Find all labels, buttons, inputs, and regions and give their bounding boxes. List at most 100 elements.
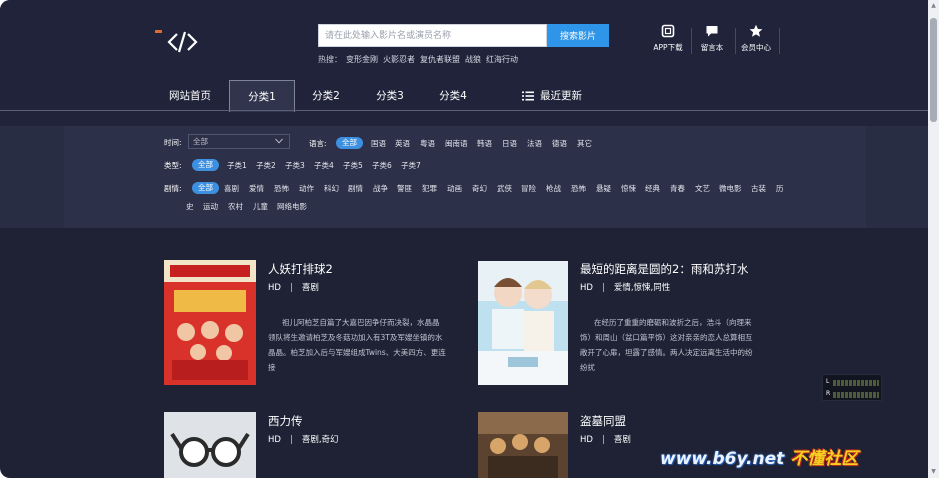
movie-genre: 喜剧 [301, 283, 319, 293]
filter-type-option[interactable]: 子类1 [227, 160, 247, 171]
filter-language-all[interactable]: 全部 [336, 137, 363, 149]
app-download-button[interactable]: APP下载 [648, 24, 688, 60]
filter-genre-option[interactable]: 青春 [670, 183, 685, 194]
movie-quality: HD [268, 283, 281, 293]
filter-genre-option[interactable]: 武侠 [497, 183, 512, 194]
movie-title[interactable]: 西力传 [268, 413, 303, 429]
filter-language-option[interactable]: 韩语 [477, 138, 492, 149]
meta-separator: | [289, 283, 293, 293]
filter-genre-option[interactable]: 爱情 [249, 183, 264, 194]
filter-type-all[interactable]: 全部 [192, 159, 219, 171]
guestbook-button[interactable]: 留言本 [692, 24, 732, 60]
filter-genre-option[interactable]: 文艺 [695, 183, 710, 194]
meter-right-bar [833, 392, 879, 398]
member-center-button[interactable]: 会员中心 [736, 24, 776, 60]
movie-poster-image [164, 260, 256, 385]
movie-poster[interactable] [164, 260, 256, 385]
nav-item-category-4[interactable]: 分类4 [427, 80, 479, 112]
filter-genre-option[interactable]: 犯罪 [422, 183, 437, 194]
filter-genre-option[interactable]: 微电影 [719, 183, 742, 194]
hot-search-term[interactable]: 战狼 [465, 55, 481, 64]
filter-genre-option[interactable]: 恐怖 [274, 183, 289, 194]
filter-type-option[interactable]: 子类7 [401, 160, 421, 171]
site-logo[interactable] [155, 28, 201, 56]
filter-language-option[interactable]: 德语 [552, 138, 567, 149]
nav-divider [0, 110, 928, 111]
filter-genre-option[interactable]: 经典 [645, 183, 660, 194]
scrollbar-thumb[interactable] [930, 18, 937, 122]
filter-language-option[interactable]: 法语 [527, 138, 542, 149]
filter-genre-option[interactable]: 悬疑 [596, 183, 611, 194]
movie-meta: HD | 爱情,惊悚,同性 [580, 281, 670, 293]
nav-item-category-3[interactable]: 分类3 [364, 80, 416, 112]
filter-type-option[interactable]: 子类3 [285, 160, 305, 171]
filter-genre-option[interactable]: 警匪 [397, 183, 412, 194]
movie-poster[interactable] [478, 261, 568, 385]
filter-genre-option[interactable]: 枪战 [546, 183, 561, 194]
movie-description: 在经历了重重的磨砺和波折之后，浩斗（向理来饰）和周山（盆口篇平饰）这对亲亲的恋人… [580, 318, 753, 372]
filter-genre-option[interactable]: 运动 [203, 201, 218, 212]
filter-genre-option[interactable]: 战争 [373, 183, 388, 194]
logo-accent-bar [155, 30, 162, 33]
filter-type-label: 类型: [164, 161, 182, 170]
filter-type-option[interactable]: 子类2 [256, 160, 276, 171]
filter-genre-option[interactable]: 儿童 [253, 201, 268, 212]
filter-genre-option[interactable]: 喜剧 [224, 183, 239, 194]
filter-genre-option[interactable]: 古装 [751, 183, 766, 194]
app-icon [661, 24, 675, 38]
filter-genre-option[interactable]: 冒险 [521, 183, 536, 194]
hot-search-term[interactable]: 火影忍者 [383, 55, 415, 64]
movie-genre: 喜剧,奇幻 [301, 435, 339, 445]
watermark-site: www.b6y.net [660, 449, 785, 469]
filter-type-option[interactable]: 子类5 [343, 160, 363, 171]
filter-genre-all[interactable]: 全部 [192, 182, 219, 194]
filter-genre-option[interactable]: 科幻 [324, 183, 339, 194]
hot-search: 热搜： 变形金刚 火影忍者 复仇者联盟 战狼 红海行动 [318, 54, 523, 65]
movie-title[interactable]: 人妖打排球2 [268, 261, 333, 277]
scroll-down-arrow-icon[interactable]: ▼ [929, 468, 938, 476]
movie-title[interactable]: 盗墓同盟 [580, 413, 626, 429]
filter-language-option[interactable]: 其它 [577, 138, 592, 149]
time-select[interactable]: 全部 [188, 134, 290, 149]
filter-genre-option[interactable]: 惊悚 [621, 183, 636, 194]
main-nav: 网站首页 分类1 分类2 分类3 分类4 最近更新 [0, 80, 928, 112]
filter-language-option[interactable]: 闽南语 [445, 138, 468, 149]
filter-language-option[interactable]: 英语 [395, 138, 410, 149]
audio-meter-widget[interactable]: L R [822, 374, 882, 401]
filter-genre-option[interactable]: 奇幻 [472, 183, 487, 194]
filter-genre-option[interactable]: 动作 [299, 183, 314, 194]
filter-genre-option[interactable]: 网络电影 [277, 201, 307, 212]
filter-language-option[interactable]: 粤语 [420, 138, 435, 149]
filter-genre-option[interactable]: 动画 [447, 183, 462, 194]
movie-poster[interactable] [478, 412, 568, 478]
page-frame: 搜索影片 热搜： 变形金刚火影忍者复仇者联盟战狼红海行动 APP下载 留言本 会员… [0, 0, 939, 478]
nav-recent-label: 最近更新 [540, 90, 582, 102]
hot-search-term[interactable]: 变形金刚 [346, 55, 378, 64]
hot-search-term[interactable]: 复仇者联盟 [420, 55, 460, 64]
filter-type-option[interactable]: 子类4 [314, 160, 334, 171]
time-select-value: 全部 [193, 137, 208, 146]
nav-item-category-1[interactable]: 分类1 [229, 80, 295, 112]
filter-language-option[interactable]: 国语 [371, 138, 386, 149]
scroll-up-arrow-icon[interactable]: ▲ [929, 2, 938, 10]
movie-poster[interactable] [164, 412, 256, 478]
filter-genre-option[interactable]: 农村 [228, 201, 243, 212]
message-icon [706, 26, 718, 37]
hot-search-term[interactable]: 红海行动 [486, 55, 518, 64]
nav-item-home[interactable]: 网站首页 [156, 80, 224, 112]
filter-genre-option[interactable]: 剧情 [348, 183, 363, 194]
search-input[interactable] [318, 24, 547, 47]
nav-item-category-2[interactable]: 分类2 [300, 80, 352, 112]
filter-genre-option[interactable]: 史 [186, 201, 194, 212]
movie-poster-image [478, 412, 568, 478]
nav-item-recent[interactable]: 最近更新 [516, 80, 588, 112]
filter-genre-option[interactable]: 历 [776, 183, 784, 194]
search-button[interactable]: 搜索影片 [547, 24, 609, 47]
hot-search-label: 热搜： [318, 55, 342, 64]
member-center-label: 会员中心 [741, 43, 771, 52]
filter-type-option[interactable]: 子类6 [372, 160, 392, 171]
filter-genre-option[interactable]: 恐怖 [571, 183, 586, 194]
guestbook-label: 留言本 [700, 43, 724, 52]
movie-title[interactable]: 最短的距离是圆的2：雨和苏打水 [580, 261, 748, 277]
filter-language-option[interactable]: 日语 [502, 138, 517, 149]
